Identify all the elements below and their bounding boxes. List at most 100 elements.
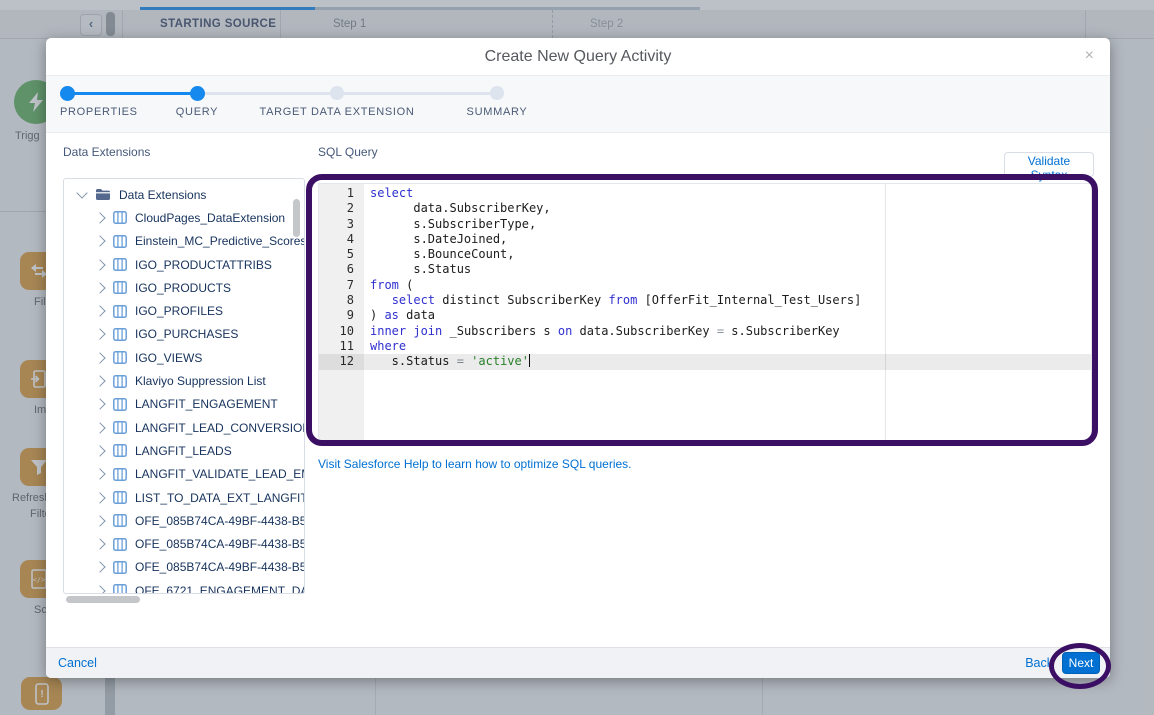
line-number: 9 [319,308,364,323]
line-number: 8 [319,293,364,308]
modal-footer: Cancel Back Next [46,647,1110,678]
data-extension-table-icon [113,211,127,224]
tree-item[interactable]: Klaviyo Suppression List [64,369,304,392]
tree-item-label: Data Extensions [119,188,206,202]
data-extension-table-icon [113,351,127,364]
chevron-right-icon[interactable] [94,375,105,386]
line-number: 7 [319,278,364,293]
horizontal-scrollbar[interactable] [66,596,140,603]
chevron-right-icon[interactable] [94,445,105,456]
step-label: QUERY [176,106,218,118]
vertical-scrollbar[interactable] [293,199,300,237]
progress-stepper: PROPERTIES QUERY TARGET DATA EXTENSION S… [46,75,1110,133]
tree-item[interactable]: CloudPages_DataExtension [64,206,304,229]
data-extension-table-icon [113,538,127,551]
tree-item[interactable]: LANGFIT_VALIDATE_LEAD_EMAIL_ [64,463,304,486]
tree-item[interactable]: LANGFIT_LEAD_CONVERSION [64,416,304,439]
tree-item-label: OFE_085B74CA-49BF-4438-B566- [135,560,304,574]
code-line: s.SubscriberType, [370,217,1091,232]
data-extension-table-icon [113,305,127,318]
code-line: ) as data [370,308,1091,323]
data-extension-table-icon [113,561,127,574]
tree-item-label: LIST_TO_DATA_EXT_LANGFIT [135,491,304,505]
chevron-right-icon[interactable] [94,352,105,363]
chevron-right-icon[interactable] [94,492,105,503]
tree-item[interactable]: IGO_PURCHASES [64,323,304,346]
tree-item-label: OFE_085B74CA-49BF-4438-B566- [135,514,304,528]
modal-title: Create New Query Activity [46,38,1110,75]
validate-syntax-button[interactable]: Validate Syntax [1004,152,1094,177]
cancel-button[interactable]: Cancel [58,648,97,678]
data-extension-table-icon [113,258,127,271]
tree-item[interactable]: LIST_TO_DATA_EXT_LANGFIT [64,486,304,509]
chevron-right-icon[interactable] [94,585,105,594]
text-cursor [529,354,531,367]
sql-query-label: SQL Query [318,145,378,159]
back-button[interactable]: Back [1025,648,1053,678]
screen: ‹ STARTING SOURCE Step 1 Step 2 Trigg Fi… [0,0,1154,715]
line-number: 1 [319,186,364,201]
tree-item-label: IGO_PROFILES [135,304,223,318]
folder-icon [95,188,111,201]
chevron-down-icon[interactable] [76,187,87,198]
line-number: 10 [319,324,364,339]
tree-item[interactable]: IGO_PRODUCTATTRIBS [64,253,304,276]
chevron-right-icon[interactable] [94,515,105,526]
line-number: 6 [319,262,364,277]
step-dot [490,86,504,100]
data-extension-table-icon [113,421,127,434]
step-dot [190,86,205,101]
chevron-right-icon[interactable] [94,305,105,316]
code-line: inner join _Subscribers s on data.Subscr… [370,324,1091,339]
close-icon[interactable]: × [1085,47,1094,65]
tree-item[interactable]: IGO_PRODUCTS [64,276,304,299]
chevron-right-icon[interactable] [94,422,105,433]
line-number: 5 [319,247,364,262]
tree-item[interactable]: IGO_VIEWS [64,346,304,369]
code-line: s.Status = 'active' [370,354,1091,369]
next-button[interactable]: Next [1062,652,1100,674]
data-extension-table-icon [113,491,127,504]
tree-item[interactable]: Einstein_MC_Predictive_Scores [64,230,304,253]
data-extension-table-icon [113,468,127,481]
code-line: where [370,339,1091,354]
data-extension-table-icon [113,235,127,248]
code-line: s.DateJoined, [370,232,1091,247]
tree-item-label: Einstein_MC_Predictive_Scores [135,234,304,248]
data-extension-table-icon [113,281,127,294]
step-label: PROPERTIES [60,106,138,118]
tree-item-label: OFE_085B74CA-49BF-4438-B566- [135,537,304,551]
tree-item[interactable]: LANGFIT_ENGAGEMENT [64,393,304,416]
sql-help-link[interactable]: Visit Salesforce Help to learn how to op… [318,457,632,471]
tree-item-label: IGO_PRODUCTS [135,281,231,295]
tree-item[interactable]: OFE_085B74CA-49BF-4438-B566- [64,532,304,555]
chevron-right-icon[interactable] [94,329,105,340]
tree-item-label: LANGFIT_ENGAGEMENT [135,397,278,411]
tree-item-label: IGO_PURCHASES [135,327,238,341]
tree-item[interactable]: IGO_PROFILES [64,299,304,322]
sql-editor[interactable]: 123456789101112 select data.SubscriberKe… [318,183,1092,442]
chevron-right-icon[interactable] [94,259,105,270]
data-extension-table-icon [113,444,127,457]
tree-item[interactable]: OFE_085B74CA-49BF-4438-B566- [64,509,304,532]
tree-item[interactable]: LANGFIT_LEADS [64,439,304,462]
tree-root-data-extensions[interactable]: Data Extensions [64,183,304,206]
code-line: s.Status [370,262,1091,277]
chevron-right-icon[interactable] [94,236,105,247]
tree-item[interactable]: OFE_6721_ENGAGEMENT_DATA [64,579,304,594]
chevron-right-icon[interactable] [94,282,105,293]
chevron-right-icon[interactable] [94,399,105,410]
code-line: from ( [370,278,1091,293]
chevron-right-icon[interactable] [94,538,105,549]
line-number: 4 [319,232,364,247]
data-extension-table-icon [113,514,127,527]
editor-code[interactable]: select data.SubscriberKey, s.SubscriberT… [364,184,1091,441]
data-extension-table-icon [113,328,127,341]
chevron-right-icon[interactable] [94,212,105,223]
tree-item[interactable]: OFE_085B74CA-49BF-4438-B566- [64,556,304,579]
editor-gutter: 123456789101112 [319,184,364,441]
data-extensions-tree[interactable]: Data Extensions CloudPages_DataExtension E… [63,178,305,594]
tree-item-label: Klaviyo Suppression List [135,374,266,388]
chevron-right-icon[interactable] [94,562,105,573]
chevron-right-icon[interactable] [94,469,105,480]
